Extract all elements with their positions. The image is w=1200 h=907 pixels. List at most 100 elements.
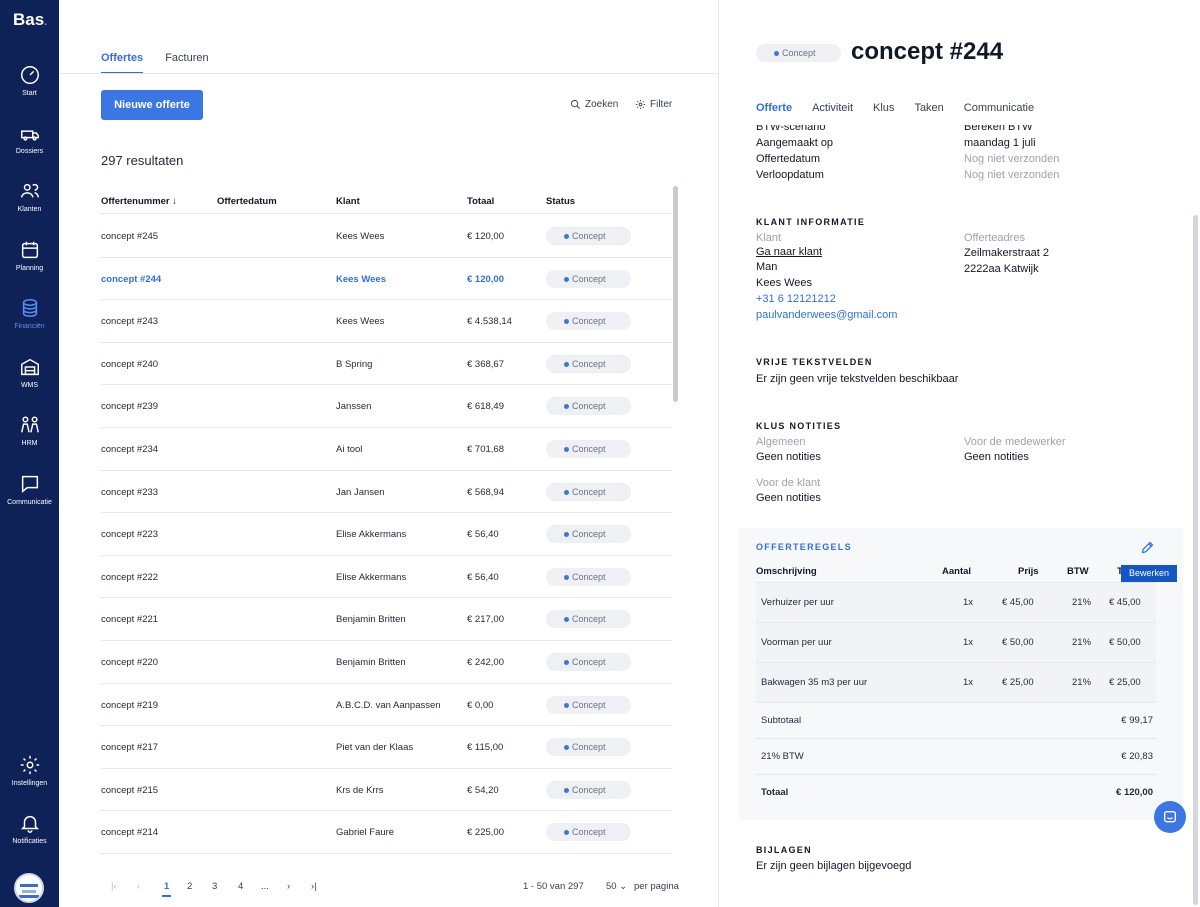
filter-gear-icon xyxy=(635,99,646,110)
page-4[interactable]: 4 xyxy=(238,881,243,892)
table-row[interactable]: concept #244 Kees Wees € 120,00 Concept xyxy=(101,258,672,301)
page-range: 1 - 50 van 297 xyxy=(523,881,584,892)
section-title-bijlagen: BIJLAGEN xyxy=(756,845,812,855)
line-row[interactable]: Bakwagen 35 m3 per uur 1x € 25,00 21% € … xyxy=(756,663,1156,703)
nav-item-start[interactable]: Start xyxy=(0,64,59,97)
go-to-client-link[interactable]: Ga naar klant xyxy=(756,246,822,258)
nav-item-dossiers[interactable]: Dossiers xyxy=(0,122,59,155)
table-row[interactable]: concept #222 Elise Akkermans € 56,40 Concep… xyxy=(101,556,672,599)
vat-row: 21% BTW € 20,83 xyxy=(756,739,1156,775)
per-page-select[interactable]: 50 ⌄ xyxy=(606,881,627,892)
client-name: Jan Jansen xyxy=(336,486,385,498)
offerte-total: € 115,00 xyxy=(467,742,504,754)
offerte-total: € 568,94 xyxy=(467,486,504,498)
table-row[interactable]: concept #245 Kees Wees € 120,00 Concept xyxy=(101,215,672,258)
address-city: 2222aa Katwijk xyxy=(964,263,1039,275)
nav-item-instellingen[interactable]: Instellingen xyxy=(0,754,59,787)
notes-general-label: Algemeen xyxy=(756,436,806,448)
nav-item-notificaties[interactable]: Notificaties xyxy=(0,812,59,845)
offerte-total: € 56,40 xyxy=(467,529,499,541)
chat-icon xyxy=(1164,811,1176,823)
nav-item-klanten[interactable]: Klanten xyxy=(0,180,59,213)
detail-tabs: Offerte Activiteit Klus Taken Communicat… xyxy=(756,102,1034,114)
table-row[interactable]: concept #219 A.B.C.D. van Aanpassen € 0,00… xyxy=(101,684,672,727)
pencil-edit-icon[interactable] xyxy=(1140,540,1155,555)
tab-offerte[interactable]: Offerte xyxy=(756,102,792,114)
offerteregels-card: OFFERTEREGELS Omschrijving Aantal Prijs … xyxy=(739,528,1183,820)
filter-button[interactable]: Filter xyxy=(635,99,672,110)
table-row[interactable]: concept #223 Elise Akkermans € 56,40 Concep… xyxy=(101,513,672,556)
line-col-aantal: Aantal xyxy=(942,566,972,577)
tab-klus[interactable]: Klus xyxy=(873,102,894,114)
nav-item-wms[interactable]: WMS xyxy=(0,356,59,389)
line-row[interactable]: Voorman per uur 1x € 50,00 21% € 50,00 xyxy=(756,623,1156,663)
client-name: Benjamin Britten xyxy=(336,614,406,626)
nav-item-communicatie[interactable]: Communicatie xyxy=(0,473,59,506)
search-button[interactable]: Zoeken xyxy=(570,99,618,110)
client-name: Kees Wees xyxy=(756,277,813,289)
detail-scrollbar[interactable] xyxy=(1193,215,1198,905)
notes-employee-label: Voor de medewerker xyxy=(964,436,1066,448)
client-name: Kees Wees xyxy=(336,231,385,242)
warehouse-icon xyxy=(20,358,39,376)
table-row[interactable]: concept #220 Benjamin Britten € 242,00 Conc… xyxy=(101,641,672,684)
avatar[interactable] xyxy=(14,873,44,903)
client-label: Klant xyxy=(756,232,782,244)
status-badge: Concept xyxy=(546,780,631,799)
page-3[interactable]: 3 xyxy=(212,881,217,892)
client-name: B Spring xyxy=(336,358,373,370)
column-header-offertenummer[interactable]: Offertenummer ↓ xyxy=(101,196,177,207)
table-row[interactable]: concept #214 Gabriel Faure € 225,00 Concept xyxy=(101,811,672,854)
client-email-link[interactable]: paulvanderwees@gmail.com xyxy=(756,309,897,321)
prev-page-icon[interactable]: ‹ xyxy=(137,881,140,892)
nav-item-financien[interactable]: Financiën xyxy=(0,297,59,330)
table-row[interactable]: concept #217 Piet van der Klaas € 115,00 Co… xyxy=(101,726,672,769)
brand-logo[interactable]: Bas. xyxy=(13,10,47,30)
tab-offertes[interactable]: Offertes xyxy=(101,52,144,74)
nav-item-hrm[interactable]: HRM xyxy=(0,414,59,447)
table-row[interactable]: concept #240 B Spring € 368,67 Concept xyxy=(101,343,672,386)
column-header-status[interactable]: Status xyxy=(546,196,575,207)
tab-facturen[interactable]: Facturen xyxy=(165,52,208,74)
nav-item-planning[interactable]: Planning xyxy=(0,239,59,272)
tab-activiteit[interactable]: Activiteit xyxy=(812,102,853,114)
page-2[interactable]: 2 xyxy=(187,881,192,892)
status-badge: Concept xyxy=(546,653,631,671)
meta-value-offertedatum: Nog niet verzonden xyxy=(964,153,1060,165)
status-badge: Concept xyxy=(546,440,631,458)
status-badge: Concept xyxy=(546,738,631,757)
table-row[interactable]: concept #221 Benjamin Britten € 217,00 Conc… xyxy=(101,598,672,641)
table-row[interactable]: concept #233 Jan Jansen € 568,94 Concept xyxy=(101,471,672,514)
offerte-total: € 368,67 xyxy=(467,358,504,370)
list-scrollbar[interactable] xyxy=(673,186,678,402)
table-row[interactable]: concept #243 Kees Wees € 4.538,14 Concept xyxy=(101,300,672,343)
tab-communicatie[interactable]: Communicatie xyxy=(964,102,1034,114)
support-chat-button[interactable] xyxy=(1154,801,1186,833)
per-page-label: per pagina xyxy=(634,881,679,892)
tab-taken[interactable]: Taken xyxy=(914,102,943,114)
offerte-total: € 4.538,14 xyxy=(467,316,512,328)
column-header-offertedatum[interactable]: Offertedatum xyxy=(217,196,277,207)
line-row[interactable]: Verhuizer per uur 1x € 45,00 21% € 45,00 xyxy=(756,583,1156,623)
status-badge: Concept xyxy=(546,482,631,501)
status-badge: Concept xyxy=(546,397,631,416)
offerte-number: concept #244 xyxy=(101,273,162,285)
notes-client-label: Voor de klant xyxy=(756,477,821,489)
table-row[interactable]: concept #234 Ai tool € 701,68 Concept xyxy=(101,428,672,471)
status-badge: Concept xyxy=(546,525,631,544)
first-page-icon[interactable]: |‹ xyxy=(111,881,117,892)
client-name: A.B.C.D. van Aanpassen xyxy=(336,699,441,711)
table-row[interactable]: concept #239 Janssen € 618,49 Concept xyxy=(101,385,672,428)
client-phone-link[interactable]: +31 6 12121212 xyxy=(756,293,836,305)
table-row[interactable]: concept #215 Krs de Krrs € 54,20 Concept xyxy=(101,769,672,812)
page-1[interactable]: 1 xyxy=(162,881,172,897)
last-page-icon[interactable]: ›| xyxy=(311,881,317,892)
offerte-list-panel: Offertes Facturen Nieuwe offerte Zoeken … xyxy=(59,0,719,907)
line-col-btw: BTW xyxy=(1067,566,1089,577)
next-page-icon[interactable]: › xyxy=(287,881,290,892)
address-label: Offerteadres xyxy=(964,232,1025,244)
column-header-klant[interactable]: Klant xyxy=(336,196,360,207)
section-title-klus-notities: KLUS NOTITIES xyxy=(756,421,842,431)
new-offerte-button[interactable]: Nieuwe offerte xyxy=(101,90,203,120)
column-header-totaal[interactable]: Totaal xyxy=(467,196,494,207)
